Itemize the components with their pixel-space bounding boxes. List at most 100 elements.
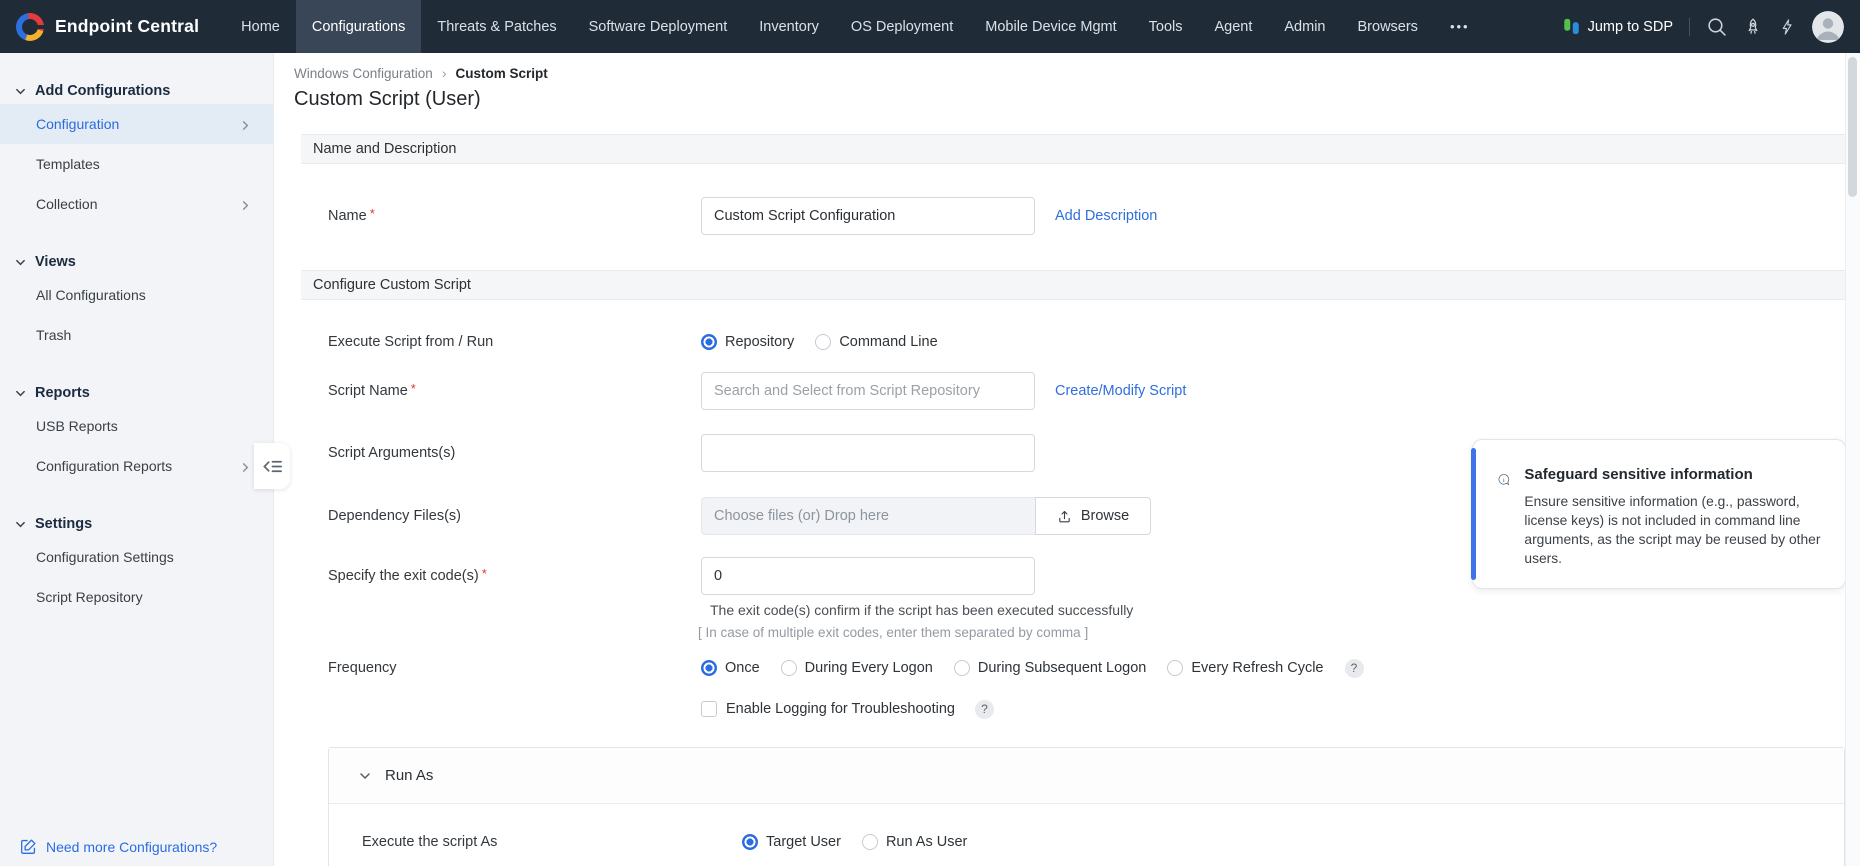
frequency-help-icon[interactable]: ? [1344,658,1364,678]
nav-more-button[interactable]: ••• [1434,0,1486,53]
script-arguments-label: Script Arguments(s) [328,445,456,461]
sidebar-section-views: Views All Configurations Trash [0,249,273,355]
sidebar-item-usb-reports[interactable]: USB Reports [0,406,273,446]
radio-selected-icon [701,660,717,676]
sidebar-section-settings: Settings Configuration Settings Script R… [0,511,273,617]
quick-actions-bolt-icon[interactable] [1779,17,1796,37]
primary-nav: Home Configurations Threats & Patches So… [225,0,1485,53]
nav-item-mobile-device-mgmt[interactable]: Mobile Device Mgmt [969,0,1132,53]
radio-selected-icon [742,834,758,850]
sdp-icon [1563,18,1579,35]
script-name-input[interactable] [701,372,1035,410]
name-row: Name* Add Description [328,197,1157,235]
nav-item-configurations[interactable]: Configurations [295,0,422,53]
script-arguments-input[interactable] [701,434,1035,472]
radio-label: Command Line [839,334,938,350]
enable-logging-label[interactable]: Enable Logging for Troubleshooting [726,701,955,717]
jump-to-sdp-button[interactable]: Jump to SDP [1563,18,1673,35]
sidebar-section-title[interactable]: Add Configurations [0,78,273,104]
sidebar-item-templates[interactable]: Templates [0,144,273,184]
nav-item-software-deployment[interactable]: Software Deployment [573,0,744,53]
radio-repository[interactable]: Repository [701,334,794,350]
frequency-row: Frequency Once During Every Logon During… [328,649,1364,687]
endpoint-central-logo-icon [16,12,46,41]
breadcrumb-windows-configuration[interactable]: Windows Configuration [294,66,433,81]
execute-script-as-label: Execute the script As [362,834,498,850]
radio-command-line[interactable]: Command Line [815,334,938,350]
sidebar-collapse-toggle[interactable] [254,443,290,489]
radio-run-as-user[interactable]: Run As User [861,834,968,850]
brand-name: Endpoint Central [55,16,200,36]
radio-every-refresh-cycle[interactable]: Every Refresh Cycle [1167,660,1324,676]
top-navbar: Endpoint Central Home Configurations Thr… [0,0,1860,53]
section-title-label: Settings [35,516,93,532]
nav-item-inventory[interactable]: Inventory [743,0,835,53]
chevron-right-icon [240,118,251,134]
radio-target-user[interactable]: Target User [742,834,841,850]
callout-text: Safeguard sensitive information Ensure s… [1524,460,1825,568]
brand[interactable]: Endpoint Central [16,12,200,41]
exit-codes-input[interactable] [701,557,1035,595]
run-as-header-toggle[interactable]: Run As [329,748,1844,804]
logging-help-icon[interactable]: ? [974,699,994,719]
sidebar-item-label: Configuration Reports [36,458,173,474]
nav-item-os-deployment[interactable]: OS Deployment [835,0,969,53]
sidebar-item-label: Configuration [36,116,120,132]
callout-body: Ensure sensitive information (e.g., pass… [1524,494,1821,566]
breadcrumb: Windows Configuration › Custom Script [294,65,548,81]
whats-new-rocket-icon[interactable] [1743,17,1763,37]
sidebar-item-label: Trash [36,327,72,343]
sidebar-item-trash[interactable]: Trash [0,315,273,355]
navbar-right: Jump to SDP [1563,10,1844,43]
search-icon[interactable] [1706,16,1727,37]
sidebar-section-title[interactable]: Views [0,249,273,275]
radio-during-every-logon[interactable]: During Every Logon [780,660,933,676]
nav-item-tools[interactable]: Tools [1133,0,1199,53]
sidebar-section-title[interactable]: Reports [0,380,273,406]
label-text: Name [328,208,367,224]
sidebar-item-collection[interactable]: Collection [0,184,273,224]
radio-unselected-icon [861,834,878,850]
footer-link-label: Need more Configurations? [46,838,218,855]
execute-from-label: Execute Script from / Run [328,334,494,350]
edit-icon [21,839,36,854]
radio-label: During Subsequent Logon [977,660,1147,676]
radio-label: Once [725,660,760,676]
dependency-files-label: Dependency Files(s) [328,508,461,524]
info-speech-bubble-icon: i [1498,474,1510,486]
vertical-scrollbar-thumb[interactable] [1848,57,1857,197]
browse-button[interactable]: Browse [1035,497,1151,535]
vertical-scrollbar-track[interactable] [1845,53,1860,866]
enable-logging-checkbox[interactable] [701,701,717,717]
nav-item-home[interactable]: Home [225,0,296,53]
sidebar-item-configuration-reports[interactable]: Configuration Reports [0,446,273,486]
nav-item-threats-patches[interactable]: Threats & Patches [421,0,572,53]
section-header-label: Configure Custom Script [313,277,471,293]
required-asterisk: * [369,206,375,221]
sidebar-item-configuration[interactable]: Configuration [0,104,273,144]
sidebar-section-title[interactable]: Settings [0,511,273,537]
radio-once[interactable]: Once [701,660,760,676]
nav-item-agent[interactable]: Agent [1198,0,1268,53]
radio-label: Target User [766,834,841,850]
configuration-name-input[interactable] [701,197,1035,235]
user-avatar[interactable] [1812,10,1844,43]
sidebar-item-configuration-settings[interactable]: Configuration Settings [0,537,273,577]
dependency-files-dropzone[interactable]: Choose files (or) Drop here [701,497,1035,535]
frequency-radio-group: Once During Every Logon During Subsequen… [701,658,1364,678]
nav-item-admin[interactable]: Admin [1268,0,1341,53]
create-modify-script-link[interactable]: Create/Modify Script [1055,383,1186,399]
need-more-configurations-link[interactable]: Need more Configurations? [20,838,217,855]
add-description-link[interactable]: Add Description [1055,208,1157,224]
radio-label: Run As User [885,834,968,850]
collapse-menu-icon [262,460,282,472]
callout-title: Safeguard sensitive information [1524,466,1753,483]
chevron-down-icon [16,390,25,396]
section-title-label: Views [35,254,76,270]
sidebar-item-all-configurations[interactable]: All Configurations [0,275,273,315]
nav-item-browsers[interactable]: Browsers [1342,0,1434,53]
sidebar-item-script-repository[interactable]: Script Repository [0,577,273,617]
radio-during-subsequent-logon[interactable]: During Subsequent Logon [953,660,1147,676]
safeguard-info-callout: i Safeguard sensitive information Ensure… [1471,439,1846,589]
browse-button-label: Browse [1080,508,1130,524]
